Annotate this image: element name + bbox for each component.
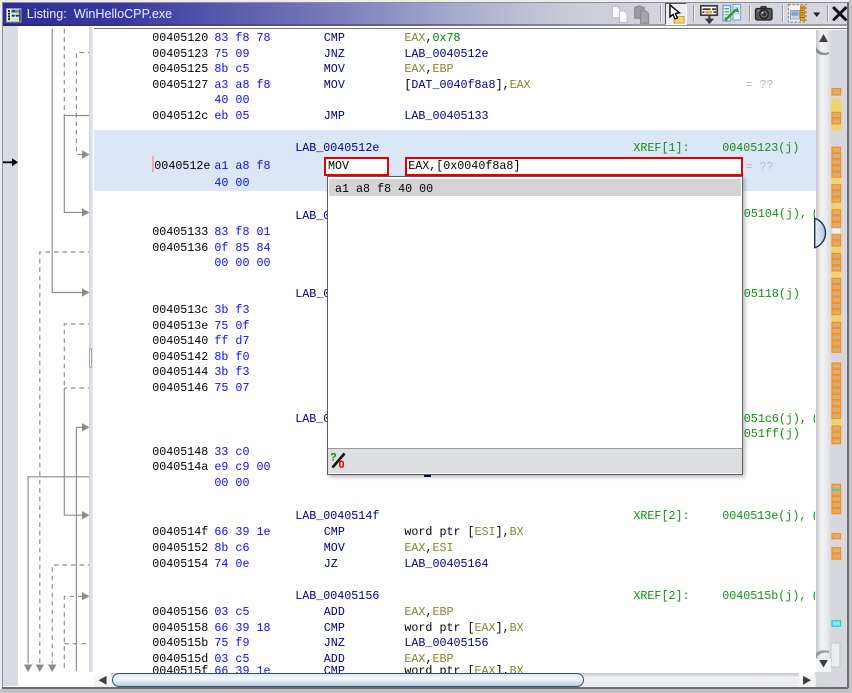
- svg-text:0: 0: [339, 459, 345, 469]
